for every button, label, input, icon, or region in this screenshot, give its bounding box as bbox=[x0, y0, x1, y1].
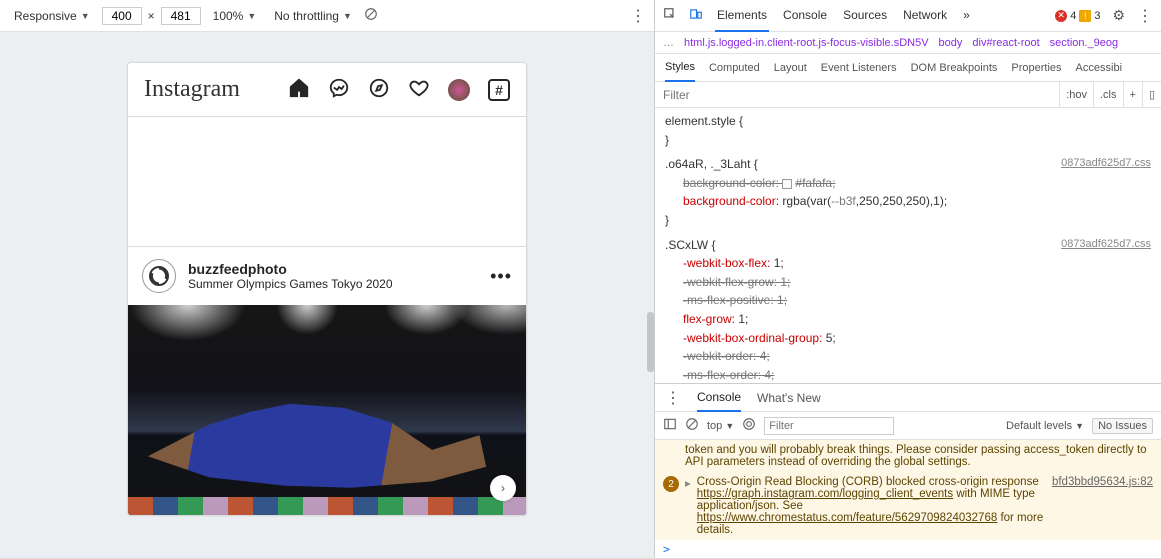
drawer-tab-console[interactable]: Console bbox=[697, 384, 741, 412]
post-author-avatar[interactable] bbox=[142, 259, 176, 293]
color-swatch[interactable] bbox=[782, 179, 792, 189]
carousel-next-button[interactable]: › bbox=[490, 475, 516, 501]
css-declaration[interactable]: background-color: #fafafa; bbox=[665, 174, 1151, 193]
home-icon[interactable] bbox=[288, 77, 310, 102]
kebab-menu-icon[interactable]: ⋮ bbox=[1137, 6, 1153, 26]
console-message[interactable]: token and you will probably break things… bbox=[655, 440, 1161, 472]
stories-bar[interactable] bbox=[128, 117, 526, 247]
devtools-toolbar: Elements Console Sources Network » ✕4 !3… bbox=[655, 0, 1161, 32]
cls-toggle[interactable]: .cls bbox=[1093, 82, 1123, 108]
emulated-viewport: Instagram # buzzfeedphoto Summer Olympic… bbox=[0, 32, 654, 558]
clear-console-icon[interactable] bbox=[685, 417, 699, 434]
device-toggle-icon[interactable] bbox=[689, 7, 703, 24]
css-declaration[interactable]: -ms-flex-positive: 1; bbox=[665, 291, 1151, 310]
app-frame: Instagram # buzzfeedphoto Summer Olympic… bbox=[127, 62, 527, 516]
warning-icon: ! bbox=[1079, 10, 1091, 22]
css-declaration[interactable]: -webkit-order: 4; bbox=[665, 347, 1151, 366]
error-icon: ✕ bbox=[1055, 10, 1067, 22]
styles-more-icon[interactable]: ▯ bbox=[1142, 82, 1161, 108]
kebab-menu-icon[interactable]: ⋮ bbox=[630, 6, 646, 26]
subtab-styles[interactable]: Styles bbox=[665, 54, 695, 82]
post-more-button[interactable]: ••• bbox=[490, 266, 512, 287]
new-rule-button[interactable]: + bbox=[1123, 82, 1142, 108]
device-mode-select[interactable]: Responsive ▼ bbox=[8, 7, 96, 25]
css-declaration[interactable]: -webkit-flex-grow: 1; bbox=[665, 273, 1151, 292]
css-declaration[interactable]: -webkit-box-ordinal-group: 5; bbox=[665, 329, 1151, 348]
chevron-down-icon: ▼ bbox=[247, 11, 256, 21]
subtab-accessibility[interactable]: Accessibi bbox=[1076, 62, 1122, 74]
css-selector[interactable]: element.style { bbox=[665, 112, 1151, 131]
feed-post: buzzfeedphoto Summer Olympics Games Toky… bbox=[128, 247, 526, 515]
tab-network[interactable]: Network bbox=[901, 0, 949, 32]
hov-toggle[interactable]: :hov bbox=[1059, 82, 1093, 108]
chevron-down-icon: ▼ bbox=[343, 11, 352, 21]
tab-console[interactable]: Console bbox=[781, 0, 829, 32]
console-message[interactable]: 2 ▸ Cross-Origin Read Blocking (CORB) bl… bbox=[655, 472, 1161, 540]
instagram-header: Instagram # bbox=[128, 63, 526, 117]
profile-avatar[interactable] bbox=[448, 79, 470, 101]
css-declaration[interactable]: background-color: rgba(var(--b3f,250,250… bbox=[665, 192, 1151, 211]
styles-filter-input[interactable] bbox=[655, 83, 1059, 107]
drawer-menu-icon[interactable]: ⋮ bbox=[665, 388, 681, 408]
css-source-link[interactable]: 0873adf625d7.css bbox=[1061, 236, 1151, 253]
css-declaration[interactable]: flex-grow: 1; bbox=[665, 310, 1151, 329]
subtab-properties[interactable]: Properties bbox=[1011, 62, 1061, 74]
dimension-separator: × bbox=[148, 9, 155, 23]
expand-icon[interactable]: ▸ bbox=[685, 476, 691, 490]
css-declaration[interactable]: -ms-flex-order: 4; bbox=[665, 366, 1151, 383]
post-username[interactable]: buzzfeedphoto bbox=[188, 261, 393, 277]
viewport-height-input[interactable] bbox=[161, 7, 201, 25]
message-count-badge: 2 bbox=[663, 476, 679, 492]
log-levels-select[interactable]: Default levels ▼ bbox=[1006, 420, 1084, 432]
hashtag-icon[interactable]: # bbox=[488, 79, 510, 101]
instagram-logo[interactable]: Instagram bbox=[144, 76, 240, 103]
context-select[interactable]: top ▼ bbox=[707, 420, 734, 432]
live-expression-icon[interactable] bbox=[742, 417, 756, 434]
chevron-down-icon: ▼ bbox=[81, 11, 90, 21]
tabs-overflow[interactable]: » bbox=[961, 0, 972, 32]
console-sidebar-toggle-icon[interactable] bbox=[663, 417, 677, 434]
messenger-icon[interactable] bbox=[328, 77, 350, 102]
console-link[interactable]: https://graph.instagram.com/logging_clie… bbox=[697, 488, 953, 500]
css-declaration[interactable]: -webkit-box-flex: 1; bbox=[665, 254, 1151, 273]
viewport-width-input[interactable] bbox=[102, 7, 142, 25]
console-prompt[interactable]: > bbox=[655, 540, 1161, 558]
activity-icon[interactable] bbox=[408, 77, 430, 102]
throttling-select[interactable]: No throttling ▼ bbox=[268, 7, 358, 25]
subtab-layout[interactable]: Layout bbox=[774, 62, 807, 74]
subtab-dom-breakpoints[interactable]: DOM Breakpoints bbox=[911, 62, 998, 74]
error-count[interactable]: ✕4 !3 bbox=[1055, 10, 1100, 22]
drawer-tab-whatsnew[interactable]: What's New bbox=[757, 391, 821, 405]
tab-elements[interactable]: Elements bbox=[715, 0, 769, 32]
console-drawer: ⋮ Console What's New top ▼ Default level… bbox=[655, 383, 1161, 558]
explore-icon[interactable] bbox=[368, 77, 390, 102]
post-location[interactable]: Summer Olympics Games Tokyo 2020 bbox=[188, 277, 393, 291]
console-link[interactable]: https://www.chromestatus.com/feature/562… bbox=[697, 512, 997, 524]
device-toolbar: Responsive ▼ × 100% ▼ No throttling ▼ ⋮ bbox=[0, 0, 654, 32]
scrollbar[interactable] bbox=[647, 312, 654, 372]
subtab-event-listeners[interactable]: Event Listeners bbox=[821, 62, 897, 74]
css-source-link[interactable]: 0873adf625d7.css bbox=[1061, 155, 1151, 172]
zoom-select[interactable]: 100% ▼ bbox=[207, 7, 263, 25]
post-image[interactable]: › bbox=[128, 305, 526, 515]
styles-pane[interactable]: element.style { } 0873adf625d7.css .o64a… bbox=[655, 108, 1161, 383]
tab-sources[interactable]: Sources bbox=[841, 0, 889, 32]
styles-subtabs: Styles Computed Layout Event Listeners D… bbox=[655, 54, 1161, 82]
console-source-link[interactable]: bfd3bbd95634.js:82 bbox=[1052, 476, 1153, 488]
no-emulation-icon[interactable] bbox=[364, 7, 378, 24]
issues-button[interactable]: No Issues bbox=[1092, 418, 1153, 434]
subtab-computed[interactable]: Computed bbox=[709, 62, 760, 74]
inspect-icon[interactable] bbox=[663, 7, 677, 24]
console-filter-input[interactable] bbox=[764, 417, 894, 435]
settings-icon[interactable]: ⚙ bbox=[1112, 7, 1125, 24]
dom-breadcrumbs[interactable]: … html.js.logged-in.client-root.js-focus… bbox=[655, 32, 1161, 54]
